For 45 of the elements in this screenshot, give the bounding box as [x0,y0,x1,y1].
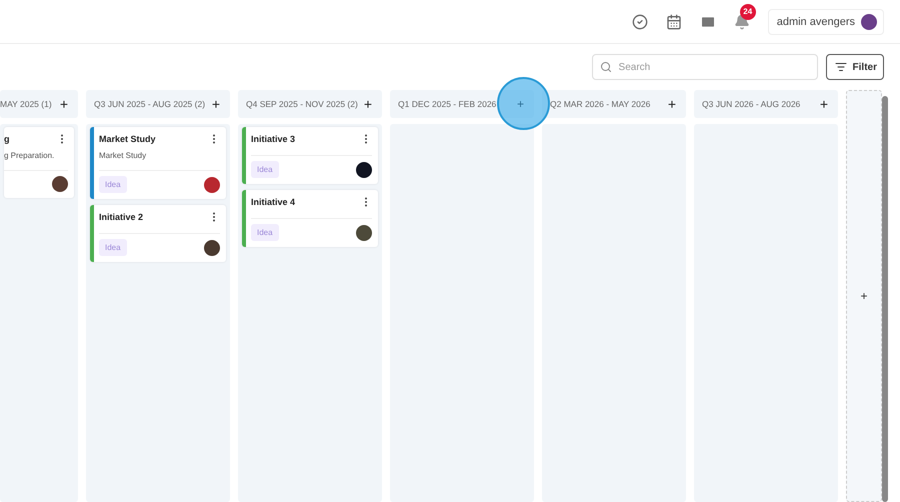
search-field[interactable]: Search [592,54,818,80]
column-title: Q4 SEP 2025 - NOV 2025 (2) [246,99,358,109]
card-title: Market Study [99,134,156,144]
avatar [356,224,372,240]
card-title: g [4,134,10,144]
column-title: Q1 DEC 2025 - FEB 2026 [398,99,496,109]
initiative-card[interactable]: g g Preparation. [4,127,74,198]
avatar [204,176,220,192]
scrollbar[interactable] [882,96,888,502]
filter-icon [834,61,847,73]
click-highlight [497,77,550,130]
card-title: Initiative 4 [251,197,296,207]
notification-badge: 24 [740,4,756,20]
initiative-card[interactable]: Initiative 3 Idea [242,127,378,184]
add-column-button[interactable]: + [846,90,882,502]
initiative-card[interactable]: Initiative 4 Idea [242,190,378,247]
column-title: MAY 2025 (1) [0,99,52,109]
add-card-button[interactable]: + [210,97,222,111]
task-check-icon[interactable] [632,14,648,30]
avatar [52,176,68,192]
card-description: Market Study [99,151,148,160]
user-menu[interactable]: admin avengers [768,8,884,34]
search-icon [600,61,612,73]
column-title: Q3 JUN 2025 - AUG 2025 (2) [94,99,206,109]
card-description: g Preparation. [4,151,56,160]
add-card-button[interactable]: + [666,97,678,111]
user-name: admin avengers [776,16,855,28]
initiative-card[interactable]: Initiative 2 Idea [90,205,226,262]
initiative-card[interactable]: Market Study Market Study Idea [90,127,226,199]
status-tag: Idea [251,224,279,241]
filter-button[interactable]: Filter [826,54,884,80]
column-title: Q2 MAR 2026 - MAY 2026 [550,99,650,109]
add-card-button[interactable]: + [362,97,374,111]
calendar-icon[interactable] [666,14,682,30]
avatar [356,162,372,178]
card-title: Initiative 3 [251,134,296,144]
status-tag: Idea [99,239,127,256]
card-title: Initiative 2 [99,212,144,222]
add-card-button[interactable]: + [818,97,830,111]
user-avatar [861,14,877,30]
avatar [204,240,220,256]
status-tag: Idea [251,161,279,178]
column-title: Q3 JUN 2026 - AUG 2026 [702,99,800,109]
add-card-button[interactable]: + [58,97,70,111]
status-tag: Idea [99,176,127,193]
